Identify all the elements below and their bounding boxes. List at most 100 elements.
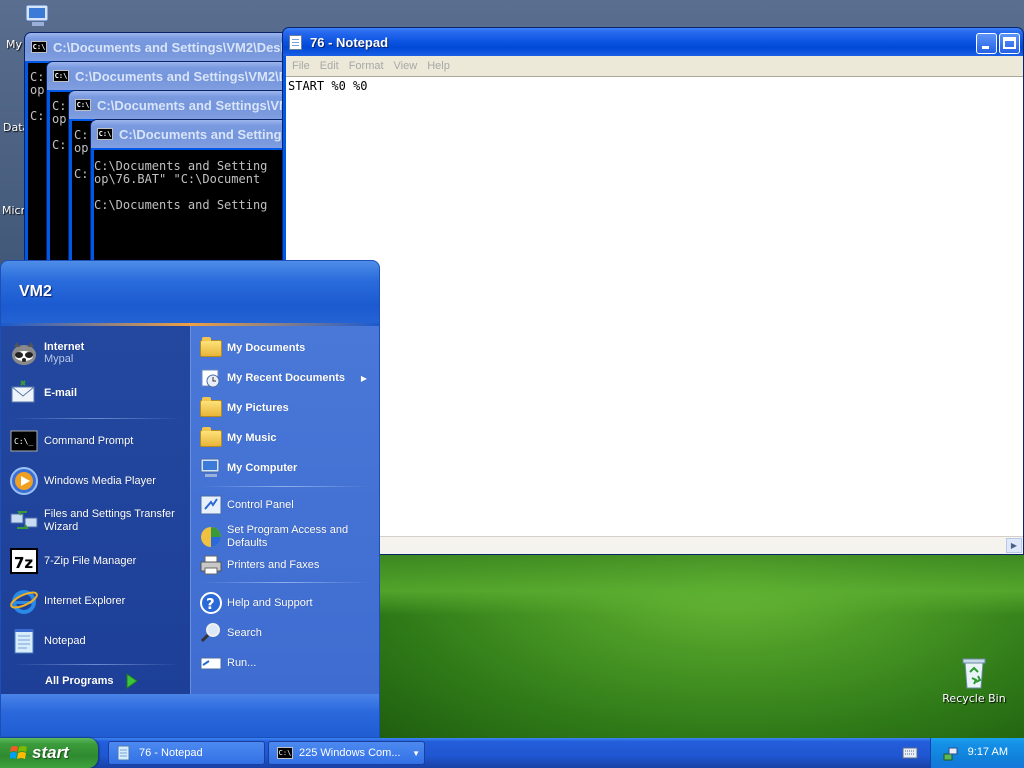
maximize-button[interactable] bbox=[999, 33, 1020, 54]
cmd-window-3-titlebar[interactable]: C:\ C:\Documents and Settings\VM bbox=[69, 91, 293, 119]
svg-text:?: ? bbox=[206, 595, 215, 613]
transfer-wizard-icon bbox=[9, 506, 39, 536]
start-item-internet[interactable]: Internet Mypal bbox=[9, 336, 187, 370]
media-player-icon bbox=[9, 466, 39, 496]
start-item-my-documents-label: My Documents bbox=[227, 342, 306, 354]
taskbar-task-command-group-label: 225 Windows Com... bbox=[299, 747, 401, 759]
start-item-search[interactable]: Search bbox=[199, 620, 375, 646]
start-menu-left-pane: Internet Mypal E-mail C:\_ Command Promp… bbox=[1, 326, 190, 694]
dropdown-arrow-icon: ▼ bbox=[412, 748, 420, 758]
menu-format[interactable]: Format bbox=[345, 60, 390, 72]
desktop-icon-label-my: My bbox=[6, 38, 23, 51]
start-item-transfer-wizard[interactable]: Files and Settings Transfer Wizard bbox=[9, 504, 187, 538]
menu-view[interactable]: View bbox=[390, 60, 424, 72]
notepad-title: 76 - Notepad bbox=[310, 34, 389, 50]
start-menu-header: VM2 bbox=[1, 261, 379, 325]
start-item-my-recent-documents-label: My Recent Documents bbox=[227, 372, 345, 384]
notepad-menubar: File Edit Format View Help bbox=[286, 56, 1023, 76]
submenu-arrow-icon: ▶ bbox=[360, 373, 367, 383]
start-item-help-label: Help and Support bbox=[227, 597, 313, 609]
cmd-window-4-output: C:\Documents and Setting op\76.BAT" "C:\… bbox=[94, 150, 292, 270]
cmd-window-3-title: C:\Documents and Settings\VM bbox=[97, 97, 290, 113]
clock[interactable]: 9:17 AM bbox=[968, 746, 1008, 758]
taskbar: start 76 - Notepad C:\ 225 Windows Com..… bbox=[0, 738, 1024, 768]
start-item-my-documents[interactable]: My Documents bbox=[199, 334, 375, 362]
start-menu-right-pane: My Documents My Recent Documents ▶ My Pi… bbox=[190, 326, 379, 694]
cmd-window-4-title: C:\Documents and Setting bbox=[119, 126, 282, 142]
start-item-email[interactable]: E-mail bbox=[9, 376, 187, 410]
start-item-7zip[interactable]: 7z 7-Zip File Manager bbox=[9, 544, 187, 578]
pictures-folder-icon bbox=[199, 396, 223, 420]
start-item-control-panel-label: Control Panel bbox=[227, 499, 294, 511]
run-icon bbox=[199, 651, 223, 675]
start-button[interactable]: start bbox=[0, 738, 98, 768]
notepad-text-area[interactable]: START %0 %0 bbox=[286, 76, 1023, 536]
cmd-window-2-title: C:\Documents and Settings\VM2\D bbox=[75, 68, 289, 84]
cmd-window-4-titlebar[interactable]: C:\ C:\Documents and Setting bbox=[91, 120, 293, 148]
cmd-window-1-titlebar[interactable]: C:\ C:\Documents and Settings\VM2\Desk bbox=[25, 33, 293, 61]
minimize-button[interactable] bbox=[976, 33, 997, 54]
start-item-command-prompt-label: Command Prompt bbox=[44, 435, 134, 447]
keyboard-icon[interactable] bbox=[902, 746, 918, 760]
control-panel-icon bbox=[199, 493, 223, 517]
start-item-program-access-label: Set Program Access and Defaults bbox=[227, 524, 349, 549]
taskbar-task-notepad-label: 76 - Notepad bbox=[139, 747, 203, 759]
start-item-run[interactable]: Run... bbox=[199, 650, 375, 676]
notepad-titlebar[interactable]: 76 - Notepad bbox=[283, 28, 1023, 56]
cmd-window-4[interactable]: C:\ C:\Documents and Setting C:\Document… bbox=[90, 119, 294, 270]
notepad-icon bbox=[9, 626, 39, 656]
start-item-media-player-label: Windows Media Player bbox=[44, 475, 156, 487]
minimize-icon bbox=[982, 46, 989, 49]
separator bbox=[201, 486, 369, 487]
start-item-internet-explorer-label: Internet Explorer bbox=[44, 595, 126, 607]
start-item-program-access[interactable]: Set Program Access and Defaults bbox=[199, 522, 375, 552]
search-icon bbox=[199, 621, 223, 645]
separator bbox=[11, 664, 181, 665]
taskbar-task-notepad[interactable]: 76 - Notepad bbox=[108, 741, 265, 765]
help-icon: ? bbox=[199, 591, 223, 615]
scroll-right-icon[interactable]: ▶ bbox=[1006, 538, 1022, 553]
email-icon bbox=[9, 378, 39, 408]
start-item-command-prompt[interactable]: C:\_ Command Prompt bbox=[9, 424, 187, 458]
start-item-my-music-label: My Music bbox=[227, 432, 277, 444]
windows-flag-icon bbox=[10, 746, 27, 759]
cmd-window-2-titlebar[interactable]: C:\ C:\Documents and Settings\VM2\D bbox=[47, 62, 293, 90]
all-programs-button[interactable]: All Programs bbox=[45, 670, 155, 692]
start-menu: VM2 Internet Mypal E-mail C:\_ Command P… bbox=[0, 260, 380, 738]
folder-icon bbox=[199, 336, 223, 360]
start-item-notepad[interactable]: Notepad bbox=[9, 624, 187, 658]
start-item-control-panel[interactable]: Control Panel bbox=[199, 492, 375, 518]
wallpaper-hill bbox=[380, 555, 1024, 615]
start-item-printers[interactable]: Printers and Faxes bbox=[199, 552, 375, 578]
start-item-my-computer-label: My Computer bbox=[227, 462, 298, 474]
start-item-search-label: Search bbox=[227, 627, 262, 639]
desktop-icon-recycle-bin[interactable]: Recycle Bin bbox=[942, 656, 1006, 705]
notepad-horizontal-scrollbar[interactable]: ▶ bbox=[286, 536, 1023, 554]
menu-help[interactable]: Help bbox=[423, 60, 456, 72]
menu-edit[interactable]: Edit bbox=[316, 60, 345, 72]
notepad-icon bbox=[117, 745, 130, 761]
start-item-my-computer[interactable]: My Computer bbox=[199, 454, 375, 482]
desktop-icon-my-computer[interactable] bbox=[22, 2, 54, 35]
svg-text:C:\_: C:\_ bbox=[14, 437, 33, 446]
notepad-content: START %0 %0 bbox=[288, 79, 368, 93]
taskbar-task-command-group[interactable]: C:\ 225 Windows Com... ▼ bbox=[268, 741, 425, 765]
printer-icon bbox=[199, 553, 223, 577]
music-folder-icon bbox=[199, 426, 223, 450]
start-item-media-player[interactable]: Windows Media Player bbox=[9, 464, 187, 498]
network-icon[interactable] bbox=[943, 745, 959, 761]
start-item-internet-label: Internet bbox=[44, 341, 85, 353]
start-item-internet-sub: Mypal bbox=[44, 353, 74, 365]
menu-file[interactable]: File bbox=[288, 60, 316, 72]
start-item-my-music[interactable]: My Music bbox=[199, 424, 375, 452]
start-button-label: start bbox=[32, 743, 69, 762]
start-item-help[interactable]: ? Help and Support bbox=[199, 590, 375, 616]
start-item-my-recent-documents[interactable]: My Recent Documents ▶ bbox=[199, 364, 375, 392]
notepad-window[interactable]: 76 - Notepad File Edit Format View Help … bbox=[282, 27, 1024, 555]
start-item-transfer-wizard-label: Files and Settings Transfer Wizard bbox=[44, 508, 175, 533]
separator bbox=[201, 582, 369, 583]
start-item-my-pictures[interactable]: My Pictures bbox=[199, 394, 375, 422]
cmd-icon: C:\ bbox=[75, 99, 91, 111]
computer-icon bbox=[25, 4, 49, 26]
start-item-internet-explorer[interactable]: Internet Explorer bbox=[9, 584, 187, 618]
